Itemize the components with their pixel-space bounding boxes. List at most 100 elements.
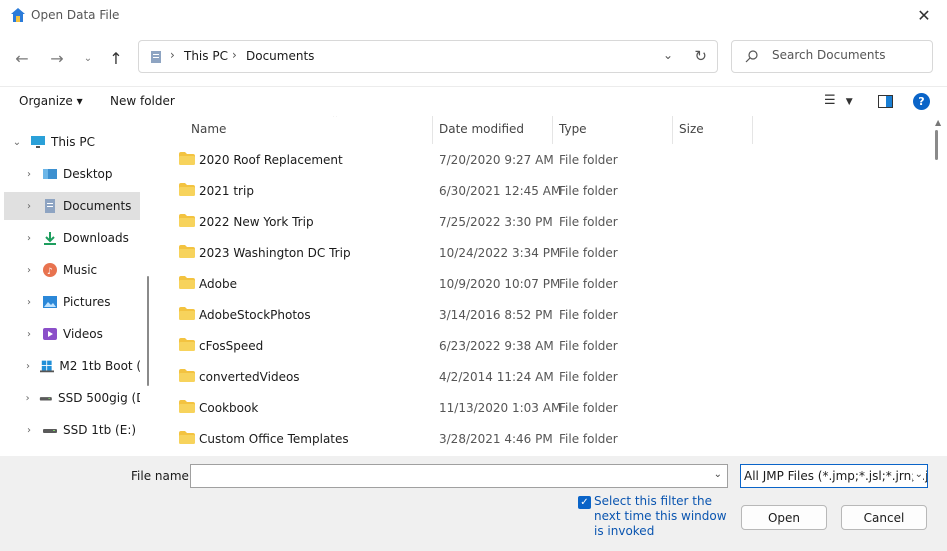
forward-button[interactable]: → [45, 46, 69, 70]
close-button[interactable]: ✕ [901, 0, 947, 30]
file-type: File folder [559, 370, 618, 384]
document-icon [45, 199, 55, 213]
new-folder-button[interactable]: New folder [110, 94, 175, 108]
sidebar-item-this-pc[interactable]: ⌄ This PC [4, 128, 140, 156]
sidebar-item-label: M2 1tb Boot (C [59, 359, 140, 373]
file-row[interactable]: cFosSpeed 6/23/2022 9:38 AM File folder [156, 331, 926, 362]
chevron-down-icon: ▼ [845, 97, 853, 107]
file-row[interactable]: 2020 Roof Replacement 7/20/2020 9:27 AM Fi… [156, 145, 926, 176]
remember-filter-label[interactable]: Select this filter the next time this wi… [594, 494, 734, 539]
folder-icon [179, 338, 195, 351]
chevron-down-icon[interactable]: ⌄ [8, 137, 26, 148]
file-row[interactable]: Custom Office Templates 3/28/2021 4:46 PM… [156, 424, 926, 455]
list-view-icon: ☰ [824, 93, 836, 108]
chevron-down-icon[interactable]: ⌄ [714, 469, 722, 480]
file-row[interactable]: 2023 Washington DC Trip 10/24/2022 3:34 P… [156, 238, 926, 269]
file-type: File folder [559, 277, 618, 291]
chevron-right-icon[interactable]: › [20, 393, 35, 404]
file-type: File folder [559, 339, 618, 353]
address-bar[interactable]: › This PC › Documents ⌄ ↻ [138, 40, 718, 73]
file-name: Cookbook [199, 401, 259, 415]
search-icon [745, 50, 758, 63]
column-header-date[interactable]: Date modified [433, 116, 553, 144]
close-icon: ✕ [917, 5, 931, 25]
monitor-icon [31, 136, 45, 148]
document-icon [151, 51, 161, 63]
column-header-size[interactable]: Size [673, 116, 753, 144]
column-header-label: Date modified [439, 122, 525, 136]
scroll-up-icon[interactable]: ▲ [935, 118, 941, 127]
file-date: 6/30/2021 12:45 AM [439, 184, 562, 198]
organize-button[interactable]: Organize ▾ [19, 94, 83, 108]
preview-pane-icon[interactable] [878, 95, 893, 108]
column-header-name[interactable]: Name ⌃ [185, 116, 433, 144]
file-list: Name ⌃ Date modified Type Size 2020 Roof… [156, 116, 947, 456]
breadcrumb-separator: › [170, 48, 175, 62]
chevron-right-icon[interactable]: › [20, 297, 38, 308]
file-name-label: File name: [131, 469, 193, 483]
folder-icon [179, 431, 195, 444]
up-button[interactable]: ↑ [104, 46, 128, 70]
file-name-panel: File name: ⌄ All JMP Files (*.jmp;*.jsl;… [0, 456, 947, 551]
file-row[interactable]: AdobeStockPhotos 3/14/2016 8:52 PM File fo… [156, 300, 926, 331]
chevron-right-icon[interactable]: › [20, 201, 38, 212]
breadcrumb-documents[interactable]: Documents [246, 49, 314, 63]
folder-icon [179, 245, 195, 258]
drive-icon [40, 397, 53, 401]
sidebar-item-documents[interactable]: › Documents [4, 192, 140, 220]
folder-icon [179, 400, 195, 413]
file-list-scrollbar[interactable] [935, 130, 938, 160]
sidebar-item-drive-e[interactable]: › SSD 1tb (E:) [16, 416, 140, 444]
chevron-right-icon[interactable]: › [20, 425, 38, 436]
file-row[interactable]: convertedVideos 4/2/2014 11:24 AM File fol… [156, 362, 926, 393]
file-row[interactable]: Cookbook 11/13/2020 1:03 AM File folder [156, 393, 926, 424]
column-header-type[interactable]: Type [553, 116, 673, 144]
recent-locations-button[interactable]: ⌄ [76, 46, 100, 70]
file-row[interactable]: 2022 New York Trip 7/25/2022 3:30 PM File … [156, 207, 926, 238]
back-button[interactable]: ← [10, 46, 34, 70]
sidebar-item-videos[interactable]: › Videos [16, 320, 140, 348]
open-button[interactable]: Open [741, 505, 827, 530]
file-row[interactable]: 2021 trip 6/30/2021 12:45 AM File folder [156, 176, 926, 207]
search-box[interactable] [731, 40, 933, 73]
file-type-select[interactable]: All JMP Files (*.jmp;*.jsl;*.jrn;*.jı ⌄ [740, 464, 928, 488]
file-name-input[interactable]: ⌄ [190, 464, 728, 488]
sidebar-item-label: Pictures [63, 295, 111, 309]
sidebar-item-label: Documents [63, 199, 132, 213]
file-name: Adobe [199, 277, 237, 291]
file-name: cFosSpeed [199, 339, 264, 353]
arrow-left-icon: ← [15, 48, 29, 68]
file-type: File folder [559, 215, 618, 229]
chevron-right-icon[interactable]: › [20, 361, 36, 372]
checkmark-icon: ✓ [580, 497, 589, 508]
sidebar-item-desktop[interactable]: › Desktop [16, 160, 140, 188]
sidebar-item-pictures[interactable]: › Pictures [16, 288, 140, 316]
sidebar-item-drive-d[interactable]: › SSD 500gig (D:) [16, 384, 140, 412]
file-name: convertedVideos [199, 370, 300, 384]
chevron-right-icon[interactable]: › [20, 233, 38, 244]
help-icon[interactable]: ? [913, 93, 930, 110]
chevron-right-icon[interactable]: › [20, 265, 38, 276]
sidebar-item-music[interactable]: › ♪ Music [16, 256, 140, 284]
breadcrumb-this-pc[interactable]: This PC [184, 49, 228, 63]
view-options-button[interactable]: ☰ ▼ [824, 93, 853, 108]
file-date: 11/13/2020 1:03 AM [439, 401, 562, 415]
windows-drive-icon [40, 360, 55, 373]
search-input[interactable] [772, 48, 927, 62]
sidebar-item-drive-c[interactable]: › M2 1tb Boot (C [16, 352, 140, 380]
chevron-down-icon[interactable]: ⌄ [663, 48, 673, 62]
file-type: File folder [559, 246, 618, 260]
file-date: 3/28/2021 4:46 PM [439, 432, 553, 446]
chevron-right-icon[interactable]: › [20, 329, 38, 340]
refresh-icon[interactable]: ↻ [694, 47, 707, 65]
remember-filter-checkbox[interactable]: ✓ [578, 496, 591, 509]
file-name: AdobeStockPhotos [199, 308, 311, 322]
sidebar-scrollbar[interactable] [147, 276, 149, 386]
file-name: 2021 trip [199, 184, 254, 198]
chevron-right-icon[interactable]: › [20, 169, 38, 180]
file-name: 2020 Roof Replacement [199, 153, 343, 167]
sidebar-item-downloads[interactable]: › Downloads [16, 224, 140, 252]
cancel-button[interactable]: Cancel [841, 505, 927, 530]
folder-icon [179, 369, 195, 382]
file-row[interactable]: Adobe 10/9/2020 10:07 PM File folder [156, 269, 926, 300]
